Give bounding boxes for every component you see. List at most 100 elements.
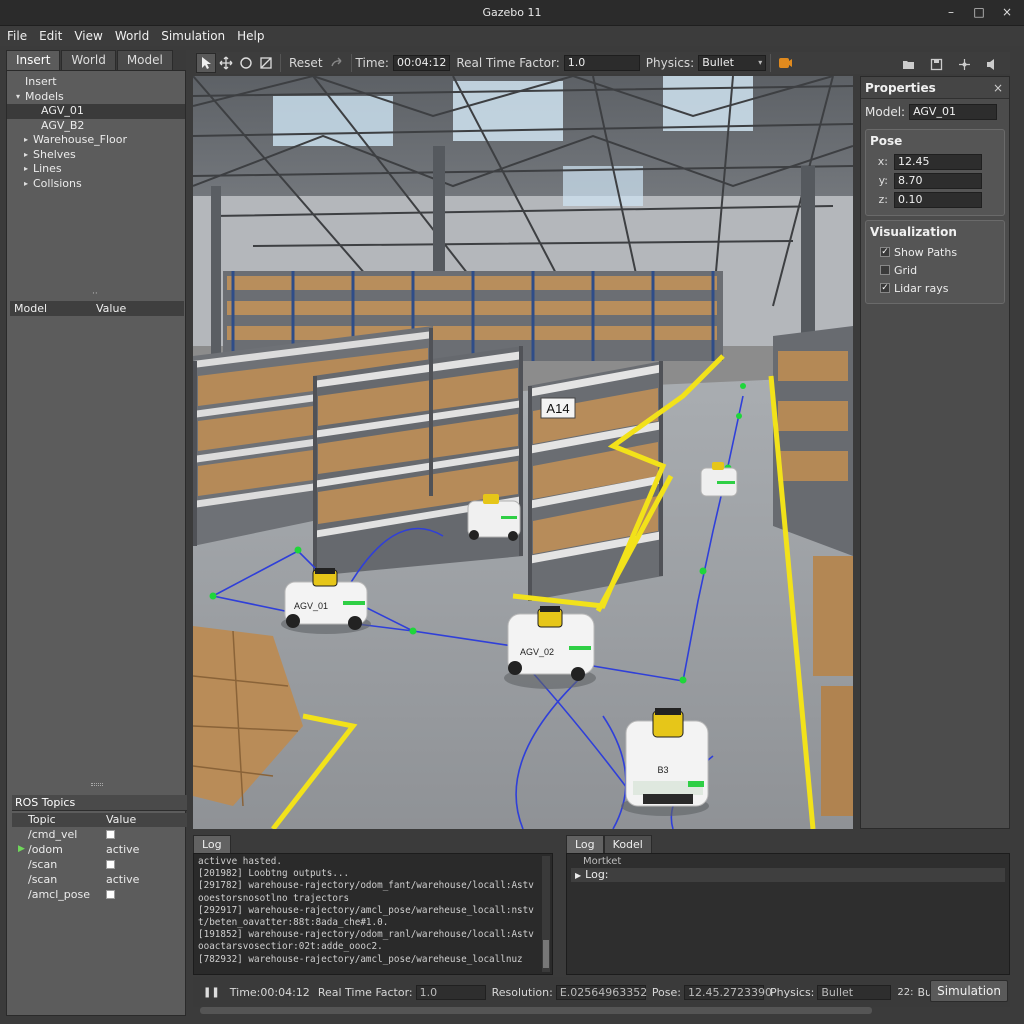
3d-viewport[interactable]: A14 AGV_01 AGV_02 B3 <box>193 76 853 829</box>
scale-icon[interactable] <box>256 53 276 73</box>
ros-topic-name: /odom <box>28 843 63 856</box>
simulation-button[interactable]: Simulation <box>930 980 1008 1002</box>
toolbar-separator <box>280 54 281 72</box>
maximize-button[interactable]: □ <box>972 5 986 19</box>
tree-item[interactable]: ▸ Shelves <box>7 148 185 163</box>
warehouse-scene: A14 AGV_01 AGV_02 B3 <box>193 76 853 829</box>
tree-item[interactable]: AGV_B2 <box>7 119 185 134</box>
tab-insert[interactable]: Insert <box>6 50 61 70</box>
translate-icon[interactable] <box>216 53 236 73</box>
tree-item[interactable]: ▸ Warehouse_Floor <box>7 133 185 148</box>
menu-simulation[interactable]: Simulation <box>161 26 225 46</box>
close-icon[interactable]: × <box>993 77 1003 99</box>
topic-checkbox[interactable] <box>106 830 115 839</box>
speaker-icon[interactable] <box>982 54 1002 74</box>
save-icon[interactable] <box>926 54 946 74</box>
log-tree-row[interactable]: ▶ Log: <box>571 868 1005 882</box>
menu-edit[interactable]: Edit <box>39 26 62 46</box>
tree-item[interactable]: Insert <box>7 75 185 90</box>
option-checkbox[interactable]: ✓ <box>880 247 890 257</box>
ros-topic-name: /cmd_vel <box>28 828 78 841</box>
left-panel-content: Insert ▾ Models AGV_01 AGV_B2 ▸ Warehouse_Floo… <box>6 70 187 1016</box>
tab-log[interactable]: Log <box>193 835 231 853</box>
splitter-handle[interactable] <box>91 783 103 786</box>
close-button[interactable]: × <box>1000 5 1014 19</box>
pause-icon[interactable]: ❚❚ <box>203 987 220 998</box>
status-rtf-label: Real Time Factor: <box>317 985 413 999</box>
menu-file[interactable]: File <box>7 26 27 46</box>
visualization-option[interactable]: ✓ Lidar rays <box>870 279 1000 297</box>
shelf-label: A14 <box>546 401 569 416</box>
physics-value: Bullet <box>702 56 734 69</box>
log-line: ooactarsvosectior:02t:adde_oooc2. <box>198 941 383 953</box>
log-line: [201982] Loobtng outputs... <box>198 868 350 880</box>
tab-model[interactable]: Model <box>116 50 173 70</box>
reset-button[interactable]: Reset <box>289 56 323 70</box>
topic-checkbox[interactable] <box>106 860 115 869</box>
log-tree-header: Mortket <box>583 856 622 867</box>
horizontal-scrollbar[interactable] <box>200 1007 872 1014</box>
tree-item[interactable]: ▸ Lines <box>7 162 185 177</box>
joint-icon[interactable] <box>954 54 974 74</box>
pose-x-field[interactable]: 12.45 <box>894 153 982 170</box>
ros-topic-value: active <box>102 872 139 887</box>
agv-02-robot[interactable]: AGV_02 <box>504 606 596 689</box>
pose-y-field[interactable]: 8.70 <box>894 172 982 189</box>
physics-select[interactable]: Bullet ▾ <box>698 55 767 71</box>
menu-world[interactable]: World <box>115 26 149 46</box>
log-scroll-thumb[interactable] <box>543 940 549 968</box>
visualization-option[interactable]: ✓ Show Paths <box>870 243 1000 261</box>
log-tree-row-label: Log: <box>585 868 609 881</box>
ros-topic-row[interactable]: ▶/odom active <box>12 842 187 857</box>
chevron-down-icon[interactable]: ▾ <box>13 90 23 105</box>
rotate-icon[interactable] <box>236 53 256 73</box>
menu-help[interactable]: Help <box>237 26 264 46</box>
model-field[interactable]: AGV_01 <box>909 104 998 120</box>
agv-b3-robot[interactable]: B3 <box>621 708 709 816</box>
tree-item[interactable]: ▾ Models <box>7 90 185 105</box>
ros-topic-row[interactable]: /scan <box>12 857 187 872</box>
pose-z-field[interactable]: 0.10 <box>894 191 982 208</box>
select-arrow-icon[interactable] <box>196 53 216 73</box>
ros-topic-name: /scan <box>28 858 58 871</box>
left-tabs: Insert World Model <box>6 50 186 70</box>
visualization-option[interactable]: Grid <box>870 261 1000 279</box>
redo-icon[interactable] <box>327 53 347 73</box>
ros-topic-row[interactable]: /cmd_vel <box>12 827 187 842</box>
folder-icon[interactable] <box>898 54 918 74</box>
agv-robot[interactable] <box>467 494 521 541</box>
properties-title-text: Properties <box>865 81 936 95</box>
tree-item[interactable]: AGV_01 <box>7 104 185 119</box>
menu-view[interactable]: View <box>74 26 102 46</box>
chevron-right-icon[interactable]: ▸ <box>21 133 31 148</box>
record-video-icon[interactable] <box>775 53 795 73</box>
log-panel-left: Log activve hasted. [201982] Loobtng outp… <box>193 835 559 975</box>
model-label: Model: <box>865 105 906 119</box>
minimize-button[interactable]: – <box>944 5 958 19</box>
ros-topic-row[interactable]: /scan active <box>12 872 187 887</box>
ros-topic-value <box>102 887 119 902</box>
tab-world[interactable]: World <box>61 50 116 70</box>
topic-checkbox[interactable] <box>106 890 115 899</box>
status-resolution-label: Resolution: <box>491 985 553 999</box>
chevron-right-icon: ▶ <box>575 871 582 880</box>
ros-topic-row[interactable]: /amcl_pose <box>12 887 187 902</box>
status-bar: ❚❚ Time: 00:04:12 Real Time Factor: 1.0 … <box>193 977 1010 1007</box>
tab-log-right[interactable]: Log <box>566 835 604 853</box>
chevron-right-icon[interactable]: ▸ <box>21 148 31 163</box>
tab-kodel[interactable]: Kodel <box>603 835 652 853</box>
log-scrollbar[interactable] <box>542 856 550 972</box>
log-line: [291782] warehouse-rajectory/odom_fant/w… <box>198 880 534 892</box>
chevron-right-icon[interactable]: ▸ <box>21 162 31 177</box>
properties-panel: Properties × Model: AGV_01 Pose x: 12.45… <box>860 76 1010 829</box>
ros-topics-header: Topic Value <box>12 813 187 827</box>
rtf-field[interactable]: 1.0 <box>563 55 640 71</box>
time-field: 00:04:12 <box>392 55 451 71</box>
chevron-right-icon[interactable]: ▸ <box>21 177 31 192</box>
tree-item-label: Lines <box>33 162 62 175</box>
tree-item[interactable]: ▸ Collsions <box>7 177 185 192</box>
skylight <box>563 166 643 206</box>
pose-group: Pose x: 12.45 y: 8.70 z: 0.10 <box>865 129 1005 216</box>
option-checkbox[interactable] <box>880 265 890 275</box>
option-checkbox[interactable]: ✓ <box>880 283 890 293</box>
